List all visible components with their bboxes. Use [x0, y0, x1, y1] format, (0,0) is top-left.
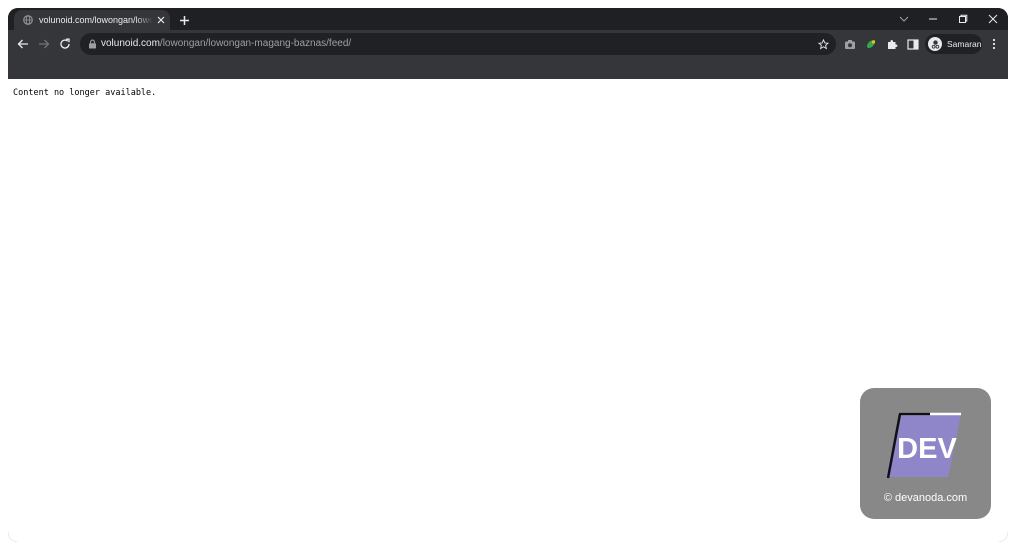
- new-tab-button[interactable]: [176, 12, 192, 28]
- tab-active[interactable]: volunoid.com/lowongan/lowongan-magang-ba…: [14, 10, 170, 30]
- page-message: Content no longer available.: [13, 88, 157, 98]
- close-icon[interactable]: [156, 15, 166, 25]
- camera-extension-button[interactable]: [843, 37, 857, 51]
- globe-icon: [23, 15, 33, 25]
- profile-button[interactable]: Samaran: [925, 34, 982, 54]
- address-bar[interactable]: volunoid.com/lowongan/lowongan-magang-ba…: [80, 33, 836, 55]
- arrow-left-icon: [17, 39, 28, 49]
- url-path: /lowongan/lowongan-magang-baznas/feed/: [159, 38, 352, 49]
- devanoda-watermark: DEV © devanoda.com: [860, 388, 991, 519]
- back-button[interactable]: [16, 37, 30, 51]
- side-panel-icon: [907, 38, 919, 50]
- browser-window: volunoid.com/lowongan/lowongan-magang-ba…: [8, 8, 1008, 542]
- close-icon: [988, 14, 998, 24]
- reload-button[interactable]: [58, 37, 72, 51]
- browser-menu-button[interactable]: [988, 37, 1000, 51]
- tab-strip: volunoid.com/lowongan/lowongan-magang-ba…: [8, 8, 1008, 30]
- camera-icon: [845, 39, 855, 49]
- tab-search-button[interactable]: [895, 11, 913, 27]
- plus-icon: [179, 15, 189, 25]
- minimize-icon: [929, 18, 937, 20]
- forward-button[interactable]: [37, 37, 51, 51]
- star-icon: [817, 38, 829, 49]
- extension-leaf-icon: [867, 40, 876, 48]
- puzzle-icon: [888, 40, 898, 49]
- tab-title: volunoid.com/lowongan/lowongan-magang-ba…: [39, 15, 153, 25]
- more-vertical-icon: [992, 38, 996, 50]
- lock-icon[interactable]: [88, 39, 97, 49]
- page-viewport: Content no longer available.: [8, 79, 1008, 542]
- url-host: volunoid.com: [101, 38, 160, 49]
- logo-text: DEV: [897, 433, 957, 465]
- watermark-caption: © devanoda.com: [883, 492, 968, 504]
- profile-name: Samaran: [947, 39, 982, 49]
- restore-icon: [959, 14, 968, 23]
- browser-toolbar: volunoid.com/lowongan/lowongan-magang-ba…: [8, 30, 1008, 58]
- minimize-button[interactable]: [924, 11, 942, 27]
- bookmark-star-button[interactable]: [816, 37, 830, 51]
- reload-icon: [60, 38, 70, 49]
- restore-button[interactable]: [954, 11, 972, 27]
- screenshot-frame: volunoid.com/lowongan/lowongan-magang-ba…: [0, 0, 1016, 550]
- side-panel-button[interactable]: [906, 37, 920, 51]
- incognito-avatar-icon: [928, 37, 942, 51]
- chevron-down-icon: [899, 16, 909, 22]
- arrow-right-icon: [39, 39, 50, 49]
- close-window-button[interactable]: [984, 11, 1002, 27]
- extensions-menu-button[interactable]: [885, 37, 899, 51]
- extension-button[interactable]: [864, 37, 878, 51]
- bookmarks-bar: [8, 58, 1008, 79]
- url-text[interactable]: volunoid.com/lowongan/lowongan-magang-ba…: [101, 38, 351, 49]
